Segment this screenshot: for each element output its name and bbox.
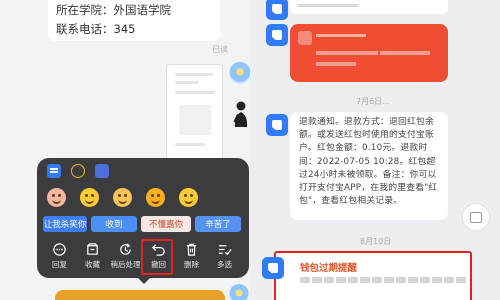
laugh-emoji-icon[interactable] — [146, 188, 165, 207]
multi-select-label: 多选 — [217, 260, 232, 269]
quick-reply-tab-icon[interactable] — [47, 164, 61, 178]
message-card[interactable] — [290, 0, 448, 14]
favorite-label: 收藏 — [85, 260, 100, 269]
silhouette-sticker — [233, 101, 248, 127]
sticker-button[interactable]: 收到 — [91, 216, 137, 232]
favorite-button[interactable]: 收藏 — [76, 240, 109, 274]
image-thumbnail[interactable] — [166, 64, 223, 160]
expire-blurred-text — [300, 277, 468, 283]
refund-notice-text: 退款通知。退款方式：退回红包余额。或发送红包时使用的支付宝账户。红包金额：0.1… — [299, 117, 438, 207]
menu-pointer — [137, 277, 151, 284]
multi-select-icon — [218, 245, 232, 256]
sticker-button[interactable]: 辛苦了 — [195, 216, 241, 232]
hug-emoji-icon[interactable] — [113, 188, 132, 207]
selected-message-bubble[interactable] — [55, 290, 225, 300]
reply-label: 回复 — [52, 260, 67, 269]
favorite-icon — [87, 243, 98, 255]
refund-notice-card[interactable]: 退款通知。退款方式：退回红包余额。或发送红包时使用的支付宝账户。红包金额：0.1… — [290, 112, 448, 220]
timestamp: 8月10日 — [360, 237, 392, 246]
thumb-line — [175, 81, 199, 84]
expire-reminder-card[interactable]: 钱包过期提醒 — [262, 251, 472, 300]
thumb-line — [175, 91, 215, 94]
reply-button[interactable]: 回复 — [43, 240, 76, 274]
timestamp: 7月6日... — [356, 97, 390, 106]
red-packet-card[interactable] — [290, 24, 448, 82]
thanks-emoji-icon[interactable] — [47, 188, 66, 207]
delete-icon — [186, 243, 197, 256]
reply-icon — [53, 243, 66, 256]
alipay-app-icon[interactable] — [262, 257, 284, 279]
think-emoji-icon[interactable] — [179, 188, 198, 207]
red-packet-icon — [298, 31, 312, 45]
later-button[interactable]: 稍后处理 — [109, 240, 142, 274]
red-card-blurred-text — [316, 51, 378, 55]
delete-button[interactable]: 删除 — [175, 240, 208, 274]
later-label: 稍后处理 — [110, 260, 141, 269]
later-icon — [120, 243, 131, 255]
sticker-button[interactable]: 不懂嘉你 — [141, 216, 191, 232]
alipay-app-icon[interactable] — [266, 24, 288, 46]
red-card-blurred-text — [316, 34, 366, 37]
read-status: 已读 — [212, 45, 228, 54]
floating-side-button[interactable] — [462, 203, 490, 231]
avatar[interactable] — [229, 284, 249, 300]
thumb-line — [175, 143, 205, 146]
multi-select-button[interactable]: 多选 — [208, 240, 241, 274]
alipay-app-icon[interactable] — [266, 0, 288, 20]
menu-tabs — [47, 164, 109, 178]
like-emoji-icon[interactable] — [80, 188, 99, 207]
alipay-app-icon[interactable] — [266, 114, 288, 136]
delete-label: 删除 — [184, 260, 199, 269]
thumb-line — [175, 73, 213, 76]
college-text: 所在学院：外国语学院 — [56, 3, 171, 17]
message-context-menu: 让我杀笑你 收到 不懂嘉你 辛苦了 回复 收藏 稍后处理 撤回 删除 多选 — [37, 158, 249, 284]
avatar[interactable] — [229, 62, 251, 84]
info-card[interactable]: 所在学院：外国语学院 联系电话：345 — [48, 0, 220, 41]
sticker-button[interactable]: 让我杀笑你 — [43, 216, 87, 232]
red-card-blurred-text — [316, 62, 356, 66]
quick-sticker-row: 让我杀笑你 收到 不懂嘉你 辛苦了 — [43, 216, 241, 232]
red-card-blurred-text — [380, 51, 430, 55]
thumb-block — [179, 105, 211, 135]
translate-tab-icon[interactable] — [95, 164, 109, 178]
recall-highlight-box — [141, 239, 173, 275]
expire-title: 钱包过期提醒 — [300, 263, 358, 274]
emoji-tab-icon[interactable] — [71, 164, 85, 178]
phone-text: 联系电话：345 — [56, 22, 136, 36]
emoji-reactions — [47, 188, 198, 207]
